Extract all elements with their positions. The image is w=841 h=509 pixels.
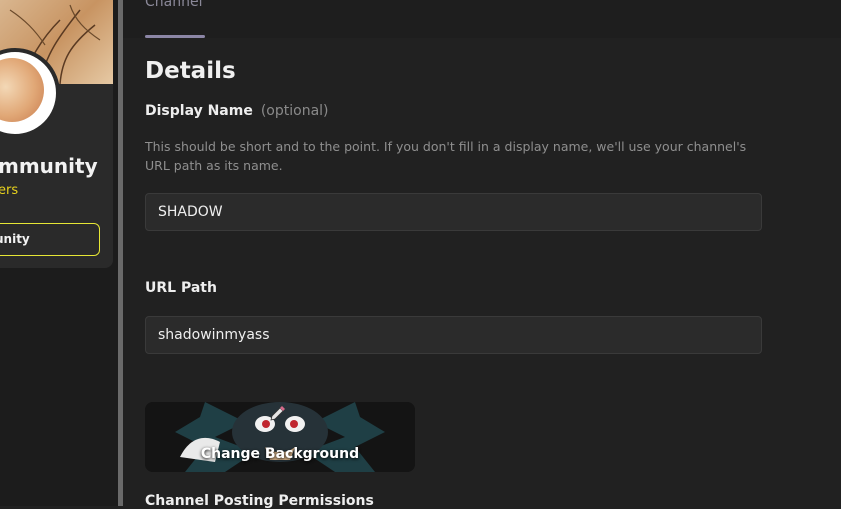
optional-hint: (optional) — [260, 103, 329, 119]
details-heading: Details — [145, 58, 236, 84]
pencil-icon — [270, 406, 285, 421]
active-tab-indicator — [145, 35, 205, 38]
community-button[interactable]: unity — [0, 223, 100, 256]
posting-permissions-heading: Channel Posting Permissions — [145, 493, 374, 509]
url-path-input[interactable] — [145, 316, 762, 354]
display-name-help: This should be short and to the point. I… — [145, 139, 747, 173]
tab-channel[interactable]: Channel — [145, 0, 202, 10]
panel-divider[interactable] — [118, 0, 123, 506]
display-name-label: Display Name (optional) — [145, 103, 329, 119]
display-name-label-text: Display Name — [145, 103, 253, 119]
community-sidebar: mmunity ers unity — [0, 0, 118, 506]
community-button-label: unity — [0, 232, 30, 246]
change-background-button[interactable]: Change Background — [145, 402, 415, 472]
tab-bar: Channel — [123, 0, 841, 38]
change-background-label: Change Background — [200, 446, 360, 462]
url-path-label: URL Path — [145, 280, 217, 296]
community-card: mmunity ers unity — [0, 0, 113, 268]
community-member-count: ers — [0, 183, 19, 198]
avatar-image — [0, 58, 44, 122]
community-name: mmunity — [0, 154, 98, 178]
display-name-input[interactable] — [145, 193, 762, 231]
